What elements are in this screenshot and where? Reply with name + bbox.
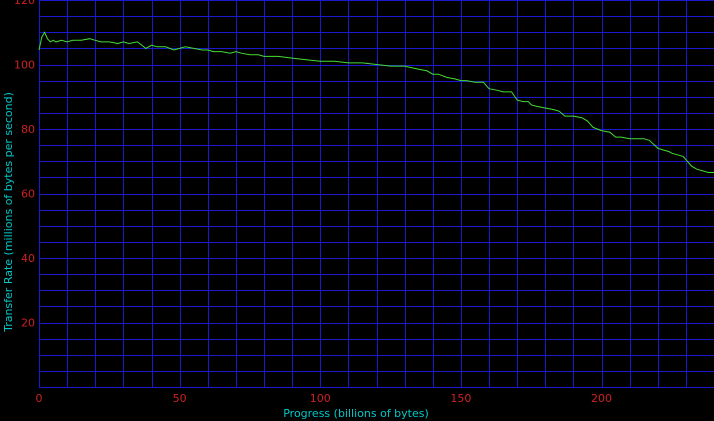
y-tick-label: 40 [21, 252, 35, 265]
y-tick-label: 100 [14, 59, 35, 72]
x-axis-title: Progress (billions of bytes) [283, 407, 429, 420]
x-tick-label: 200 [591, 392, 612, 405]
y-tick-label: 80 [21, 123, 35, 136]
y-tick-label: 60 [21, 188, 35, 201]
x-tick-label: 100 [310, 392, 331, 405]
y-tick-label: 20 [21, 317, 35, 330]
transfer-rate-chart: 0 50 100 150 200 20 40 60 80 100 120 Progress (bil… [0, 0, 714, 421]
x-tick-label: 0 [36, 392, 43, 405]
y-tick-label: 120 [14, 0, 35, 7]
x-tick-label: 50 [173, 392, 187, 405]
x-tick-label: 150 [450, 392, 471, 405]
y-axis-title: Transfer Rate (millions of bytes per sec… [2, 92, 15, 333]
